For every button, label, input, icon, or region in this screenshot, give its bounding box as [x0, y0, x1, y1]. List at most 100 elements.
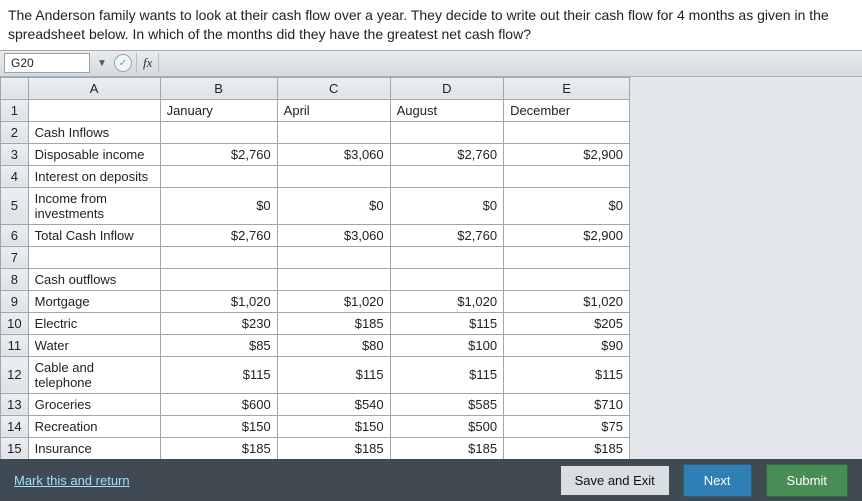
cell[interactable] [277, 121, 390, 143]
col-header-b[interactable]: B [160, 77, 277, 99]
row-header[interactable]: 10 [1, 312, 29, 334]
cell[interactable] [504, 246, 630, 268]
cell[interactable]: January [160, 99, 277, 121]
cell[interactable]: $2,900 [504, 224, 630, 246]
cell[interactable]: Disposable income [28, 143, 160, 165]
cell[interactable]: $150 [160, 415, 277, 437]
row-header[interactable]: 12 [1, 356, 29, 393]
confirm-icon[interactable]: ✓ [114, 54, 132, 72]
cell[interactable]: Interest on deposits [28, 165, 160, 187]
col-header-e[interactable]: E [504, 77, 630, 99]
cell-reference-box[interactable]: G20 [4, 53, 90, 73]
cell[interactable]: $0 [390, 187, 503, 224]
cell[interactable]: $0 [277, 187, 390, 224]
cell[interactable]: $585 [390, 393, 503, 415]
cell[interactable]: $115 [504, 356, 630, 393]
cell[interactable]: $115 [390, 312, 503, 334]
cell[interactable]: $185 [390, 437, 503, 459]
row-header[interactable]: 14 [1, 415, 29, 437]
col-header-c[interactable]: C [277, 77, 390, 99]
cell[interactable]: $500 [390, 415, 503, 437]
cell[interactable] [390, 246, 503, 268]
cell[interactable] [28, 99, 160, 121]
cell[interactable]: $85 [160, 334, 277, 356]
row-header[interactable]: 3 [1, 143, 29, 165]
cell[interactable]: Income from investments [28, 187, 160, 224]
cell[interactable]: Electric [28, 312, 160, 334]
cell[interactable] [390, 268, 503, 290]
save-exit-button[interactable]: Save and Exit [561, 466, 669, 495]
cell[interactable] [28, 246, 160, 268]
corner-cell[interactable] [1, 77, 29, 99]
row-header[interactable]: 1 [1, 99, 29, 121]
cell[interactable]: Total Cash Inflow [28, 224, 160, 246]
cell[interactable]: $185 [160, 437, 277, 459]
cell[interactable]: $1,020 [390, 290, 503, 312]
cell[interactable]: $3,060 [277, 143, 390, 165]
row-header[interactable]: 4 [1, 165, 29, 187]
cell[interactable]: $115 [160, 356, 277, 393]
cell[interactable]: $1,020 [160, 290, 277, 312]
cell[interactable] [277, 165, 390, 187]
cell[interactable]: $2,760 [390, 224, 503, 246]
cell[interactable]: $3,060 [277, 224, 390, 246]
cell[interactable]: Water [28, 334, 160, 356]
cell[interactable]: December [504, 99, 630, 121]
cell[interactable]: Mortgage [28, 290, 160, 312]
cell[interactable]: Cash outflows [28, 268, 160, 290]
cell[interactable]: $75 [504, 415, 630, 437]
cell[interactable]: $2,760 [390, 143, 503, 165]
fx-label[interactable]: fx [136, 53, 159, 73]
cell[interactable] [390, 121, 503, 143]
cell[interactable]: $230 [160, 312, 277, 334]
cell[interactable]: $1,020 [504, 290, 630, 312]
cell[interactable]: $205 [504, 312, 630, 334]
cell[interactable]: $185 [277, 437, 390, 459]
cell[interactable] [277, 268, 390, 290]
cell[interactable]: $185 [277, 312, 390, 334]
cell[interactable]: $100 [390, 334, 503, 356]
mark-return-link[interactable]: Mark this and return [14, 473, 130, 488]
row-header[interactable]: 11 [1, 334, 29, 356]
cell[interactable]: $2,900 [504, 143, 630, 165]
row-header[interactable]: 6 [1, 224, 29, 246]
cell[interactable]: $115 [277, 356, 390, 393]
cell[interactable] [390, 165, 503, 187]
cell[interactable] [277, 246, 390, 268]
cell[interactable]: Groceries [28, 393, 160, 415]
cell[interactable]: $0 [504, 187, 630, 224]
cell[interactable]: $185 [504, 437, 630, 459]
row-header[interactable]: 5 [1, 187, 29, 224]
row-header[interactable]: 8 [1, 268, 29, 290]
cell[interactable]: Insurance [28, 437, 160, 459]
cell[interactable]: $600 [160, 393, 277, 415]
row-header[interactable]: 13 [1, 393, 29, 415]
row-header[interactable]: 2 [1, 121, 29, 143]
chevron-down-icon[interactable]: ▼ [94, 53, 110, 73]
col-header-a[interactable]: A [28, 77, 160, 99]
cell[interactable]: August [390, 99, 503, 121]
cell[interactable]: $2,760 [160, 224, 277, 246]
cell[interactable] [504, 121, 630, 143]
cell[interactable]: $115 [390, 356, 503, 393]
cell[interactable] [504, 268, 630, 290]
cell[interactable]: $710 [504, 393, 630, 415]
row-header[interactable]: 9 [1, 290, 29, 312]
row-header[interactable]: 7 [1, 246, 29, 268]
cell[interactable] [160, 165, 277, 187]
cell[interactable]: Recreation [28, 415, 160, 437]
cell[interactable]: Cash Inflows [28, 121, 160, 143]
cell[interactable]: $150 [277, 415, 390, 437]
cell[interactable] [160, 121, 277, 143]
cell[interactable]: $0 [160, 187, 277, 224]
col-header-d[interactable]: D [390, 77, 503, 99]
cell[interactable]: $80 [277, 334, 390, 356]
submit-button[interactable]: Submit [766, 464, 848, 497]
cell[interactable]: $1,020 [277, 290, 390, 312]
cell[interactable] [160, 268, 277, 290]
cell[interactable]: $540 [277, 393, 390, 415]
cell[interactable]: Cable and telephone [28, 356, 160, 393]
next-button[interactable]: Next [683, 464, 752, 497]
cell[interactable]: $90 [504, 334, 630, 356]
cell[interactable]: April [277, 99, 390, 121]
